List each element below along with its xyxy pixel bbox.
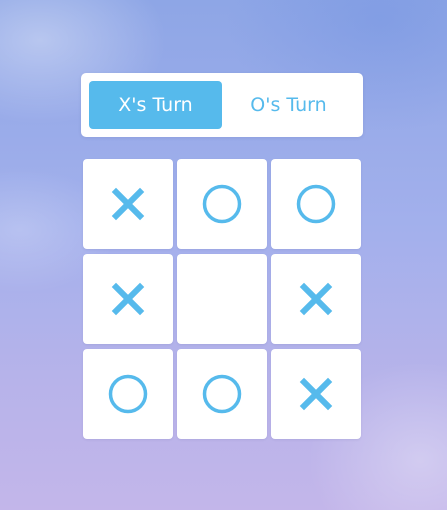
board-cell-r1-c2[interactable]: [177, 159, 267, 249]
board-cell-r1-c1[interactable]: [83, 159, 173, 249]
board-cell-r2-c1[interactable]: [83, 254, 173, 344]
turn-indicator-bar: X's Turn O's Turn: [81, 73, 363, 137]
board-cell-r2-c3[interactable]: [271, 254, 361, 344]
x-mark-icon: [296, 279, 336, 319]
board-cell-r3-c3[interactable]: [271, 349, 361, 439]
board-cell-r1-c3[interactable]: [271, 159, 361, 249]
x-turn-button[interactable]: X's Turn: [89, 81, 222, 129]
x-mark-icon: [108, 279, 148, 319]
o-turn-button[interactable]: O's Turn: [222, 81, 355, 129]
x-mark-icon: [108, 184, 148, 224]
x-mark-icon: [296, 374, 336, 414]
board-cell-r3-c1[interactable]: [83, 349, 173, 439]
o-mark-icon: [202, 184, 242, 224]
board-cell-r2-c2[interactable]: [177, 254, 267, 344]
o-mark-icon: [108, 374, 148, 414]
o-mark-icon: [202, 374, 242, 414]
game-board: [83, 159, 361, 439]
board-cell-r3-c2[interactable]: [177, 349, 267, 439]
o-mark-icon: [296, 184, 336, 224]
